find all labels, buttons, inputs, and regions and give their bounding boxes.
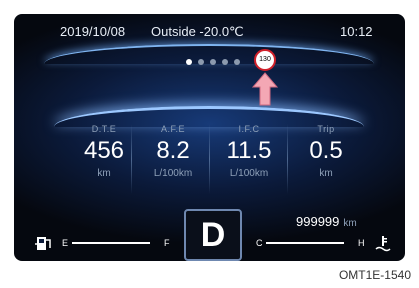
metric-unit: km	[319, 168, 333, 179]
metric-ifc: I.F.C 11.5 L/100km	[209, 124, 289, 179]
fuel-gauge: E F	[58, 238, 178, 252]
clock-readout: 10:12	[340, 24, 373, 39]
page-dot	[186, 59, 192, 65]
metric-label: A.F.E	[160, 124, 185, 134]
temp-hot-label: H	[358, 238, 365, 248]
metric-unit: L/100km	[153, 168, 193, 179]
metric-label: D.T.E	[91, 124, 117, 134]
date-readout: 2019/10/08	[60, 24, 126, 39]
odometer: 999999 km	[296, 214, 357, 229]
speed-limit-sign-icon: 130	[254, 49, 276, 71]
fuel-pump-icon	[35, 237, 51, 250]
figure-caption: OMT1E-1540	[338, 268, 411, 282]
metric-unit: L/100km	[229, 168, 269, 179]
outside-temperature-readout: Outside -20.0℃	[151, 24, 244, 39]
metric-trip: Trip 0.5 km	[286, 124, 366, 179]
page-indicator	[186, 59, 240, 65]
metric-value: 456	[83, 137, 125, 164]
metric-afe: A.F.E 8.2 L/100km	[133, 124, 213, 179]
page-dot	[222, 59, 228, 65]
fuel-empty-label: E	[62, 238, 69, 248]
metric-divider	[131, 124, 132, 194]
page-dot	[198, 59, 204, 65]
odometer-unit: km	[343, 218, 357, 229]
coolant-temperature-gauge: C H	[252, 238, 372, 252]
temp-cold-label: C	[256, 238, 263, 248]
fuel-gauge-bar	[72, 242, 150, 244]
metric-value: 11.5	[226, 137, 272, 164]
gear-indicator: D	[184, 209, 242, 261]
temp-gauge-bar	[266, 242, 344, 244]
odometer-value: 999999	[296, 214, 340, 229]
metric-value: 8.2	[156, 137, 190, 164]
metric-unit: km	[97, 168, 111, 179]
instrument-cluster-display: 2019/10/08 Outside -20.0℃ 10:12 130 D.T.…	[14, 14, 405, 261]
metric-dte: D.T.E 456 km	[64, 124, 144, 179]
metric-label: I.F.C	[238, 124, 260, 134]
up-arrow-icon	[252, 72, 278, 106]
metric-value: 0.5	[309, 137, 343, 164]
fuel-full-label: F	[164, 238, 170, 248]
page-dot	[234, 59, 240, 65]
status-bar: 2019/10/08 Outside -20.0℃ 10:12	[14, 14, 405, 48]
page-dot	[210, 59, 216, 65]
coolant-temperature-icon	[375, 236, 391, 252]
metric-label: Trip	[317, 124, 335, 134]
